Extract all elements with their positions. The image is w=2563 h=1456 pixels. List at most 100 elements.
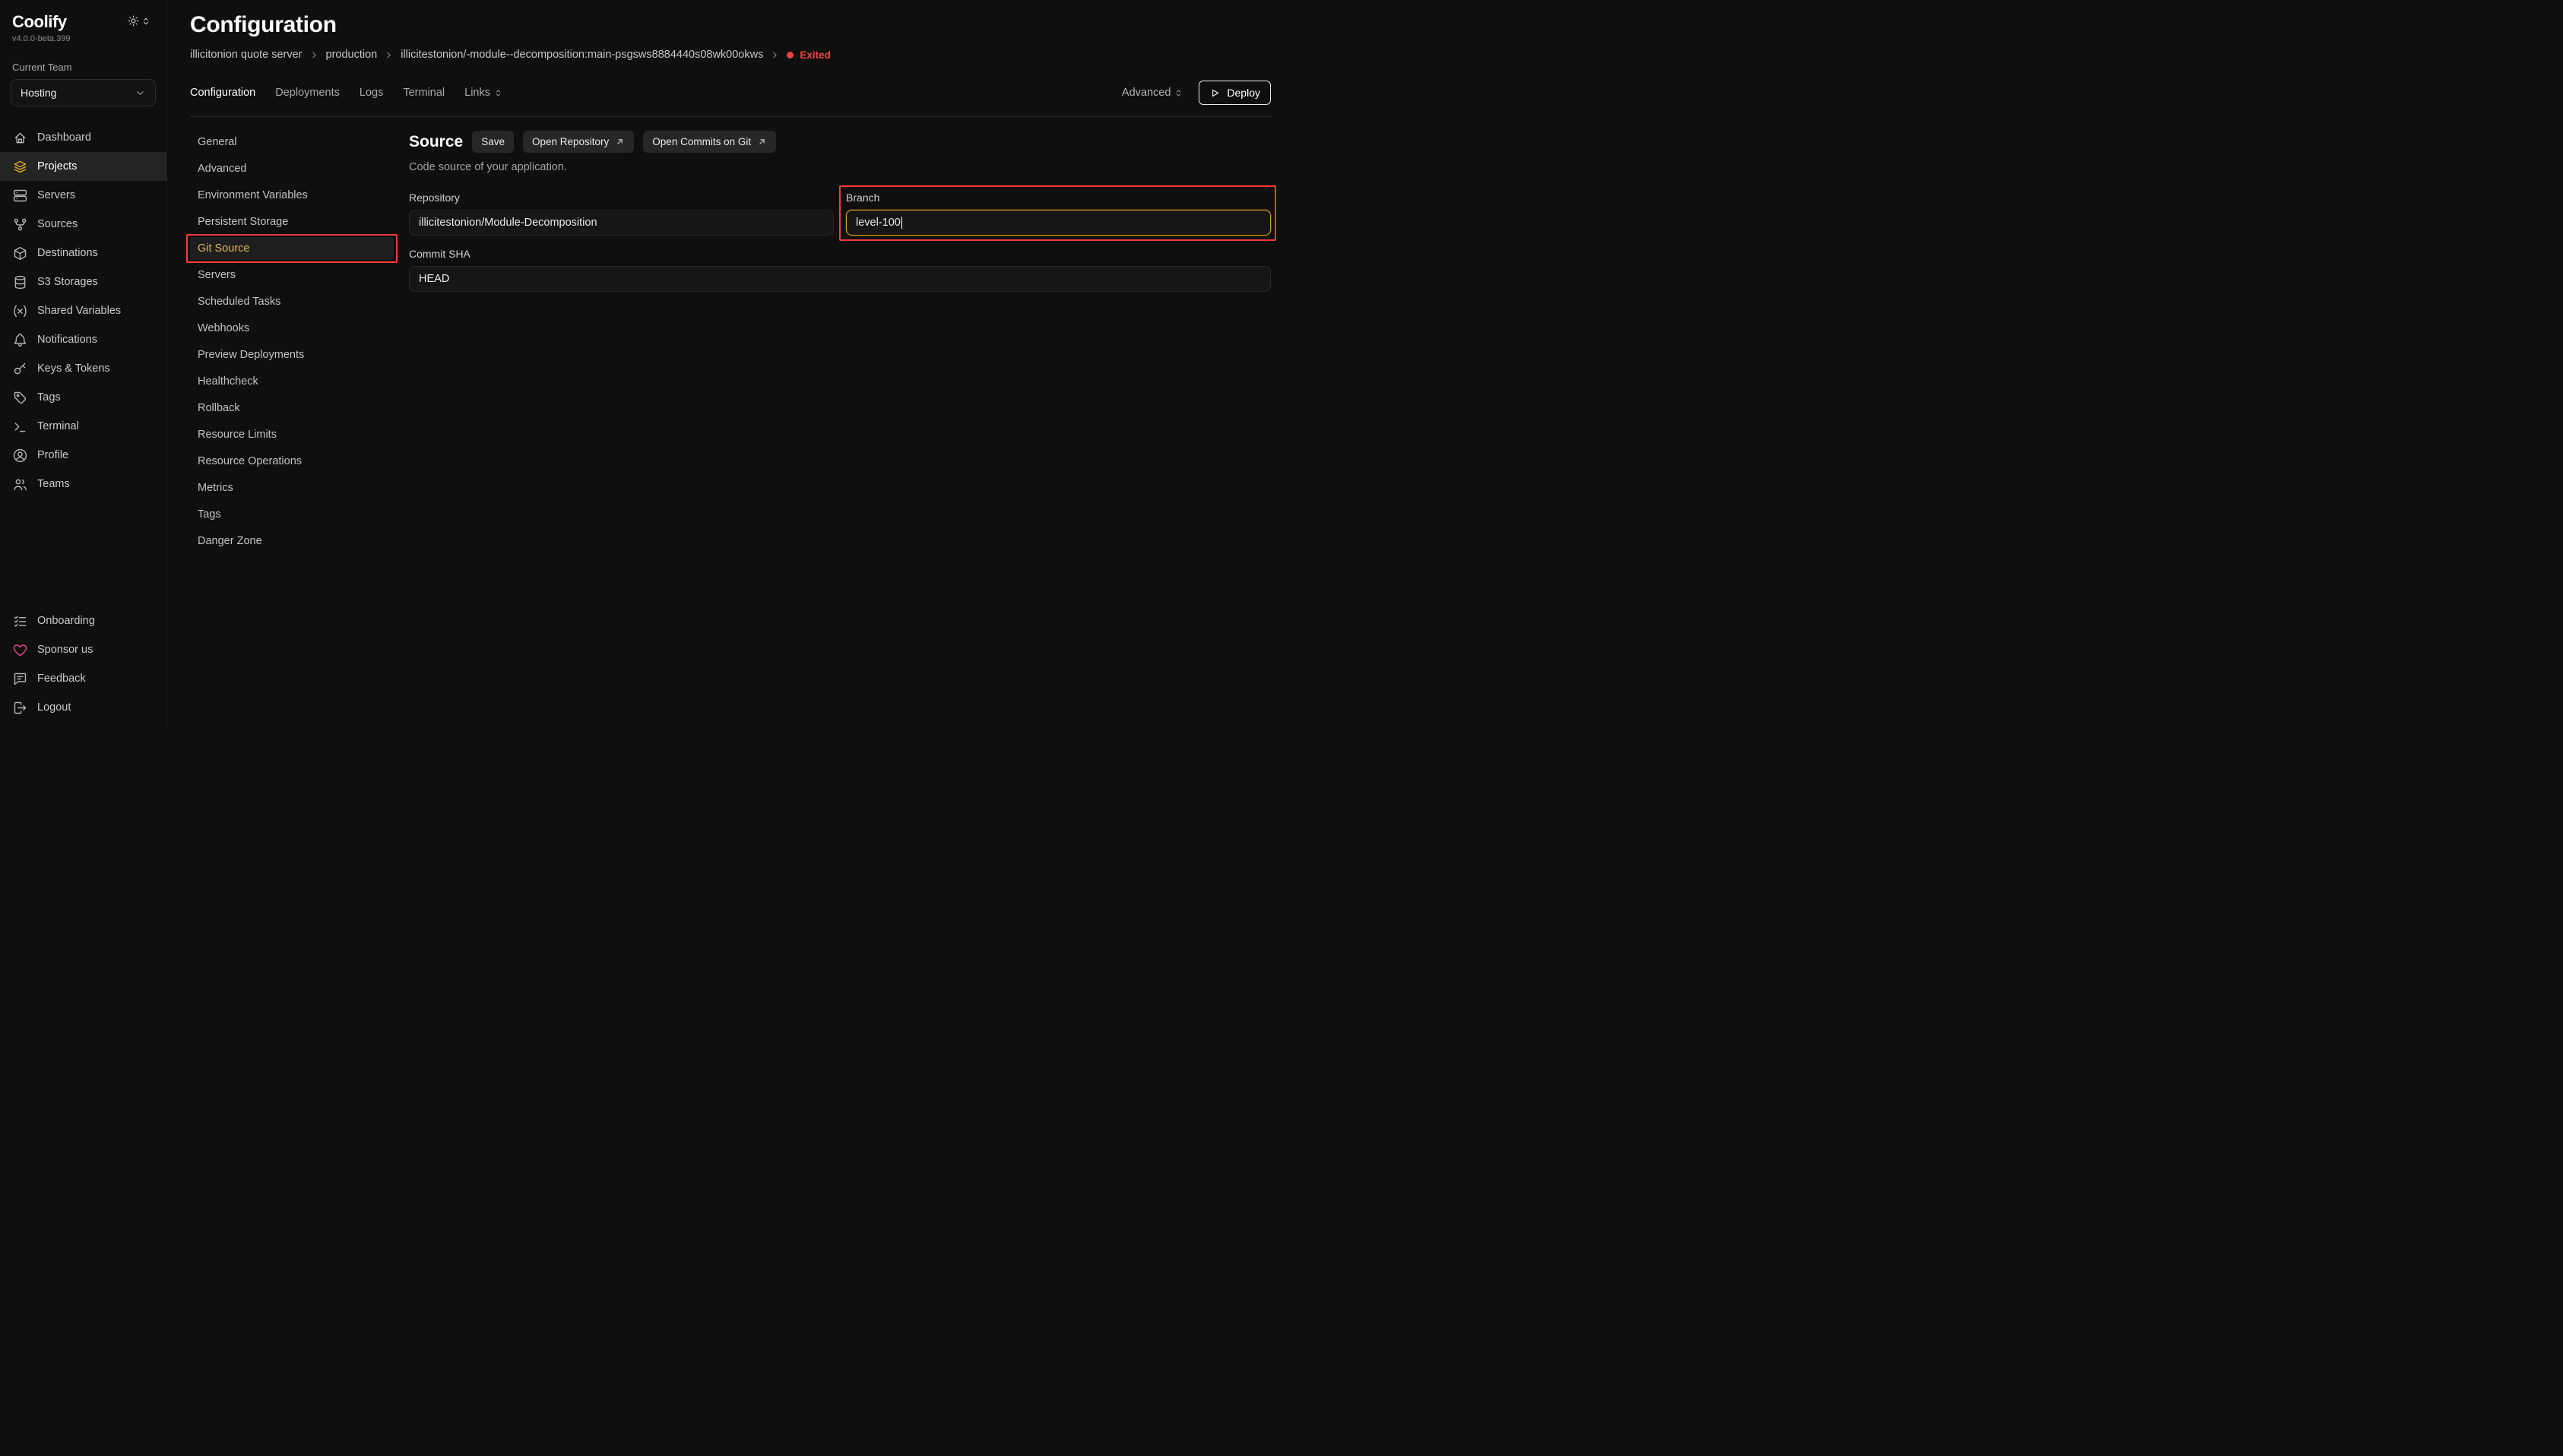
sidebar-item-label: Projects bbox=[37, 160, 77, 173]
subnav-tags[interactable]: Tags bbox=[190, 503, 394, 526]
sidebar-item-shared-variables[interactable]: Shared Variables bbox=[0, 296, 166, 325]
sidebar-item-tags[interactable]: Tags bbox=[0, 383, 166, 412]
sidebar-item-label: Sources bbox=[37, 218, 78, 230]
sidebar-item-servers[interactable]: Servers bbox=[0, 181, 166, 210]
branch-label: Branch bbox=[846, 191, 1271, 204]
team-select[interactable]: Hosting bbox=[11, 79, 156, 106]
sun-icon bbox=[127, 14, 140, 30]
play-icon bbox=[1209, 87, 1221, 99]
selector-chevrons-icon bbox=[141, 16, 151, 29]
theme-switcher[interactable] bbox=[127, 14, 151, 30]
subnav-rollback[interactable]: Rollback bbox=[190, 397, 394, 419]
sidebar-item-teams[interactable]: Teams bbox=[0, 470, 166, 499]
subnav-servers[interactable]: Servers bbox=[190, 264, 394, 286]
sidebar-item-sponsor[interactable]: Sponsor us bbox=[0, 635, 166, 664]
subnav-metrics[interactable]: Metrics bbox=[190, 476, 394, 499]
sidebar-item-notifications[interactable]: Notifications bbox=[0, 325, 166, 354]
sidebar-item-label: Notifications bbox=[37, 334, 97, 346]
branch-input[interactable]: level-100 bbox=[846, 210, 1271, 236]
breadcrumb-environment[interactable]: production bbox=[326, 49, 378, 61]
tag-icon bbox=[12, 390, 28, 406]
branch-field: Branch level-100 bbox=[846, 191, 1271, 236]
deploy-button[interactable]: Deploy bbox=[1199, 81, 1271, 105]
sidebar-item-sources[interactable]: Sources bbox=[0, 210, 166, 239]
sidebar-item-feedback[interactable]: Feedback bbox=[0, 664, 166, 693]
advanced-menu[interactable]: Advanced bbox=[1122, 87, 1184, 99]
sidebar-item-label: Teams bbox=[37, 478, 70, 490]
subnav-environment-variables[interactable]: Environment Variables bbox=[190, 184, 394, 207]
checklist-icon bbox=[12, 613, 28, 629]
chevron-right-icon bbox=[770, 50, 780, 60]
server-icon bbox=[12, 188, 28, 204]
sidebar-item-dashboard[interactable]: Dashboard bbox=[0, 123, 166, 152]
subnav-resource-operations[interactable]: Resource Operations bbox=[190, 450, 394, 473]
sidebar-footer: Onboarding Sponsor us Feedback Logout bbox=[0, 606, 166, 728]
commit-sha-input[interactable] bbox=[409, 266, 1271, 292]
subnav-persistent-storage[interactable]: Persistent Storage bbox=[190, 210, 394, 233]
tab-deployments[interactable]: Deployments bbox=[275, 87, 340, 99]
subnav-git-source[interactable]: Git Source bbox=[190, 237, 394, 260]
tab-logs[interactable]: Logs bbox=[360, 87, 383, 99]
subnav-preview-deployments[interactable]: Preview Deployments bbox=[190, 343, 394, 366]
app-version: v4.0.0-beta.399 bbox=[12, 34, 154, 43]
open-repository-button[interactable]: Open Repository bbox=[523, 131, 634, 153]
tab-links-label: Links bbox=[464, 87, 490, 99]
sidebar-item-label: Shared Variables bbox=[37, 305, 121, 317]
brand-logo: Coolify bbox=[12, 12, 67, 32]
database-icon bbox=[12, 274, 28, 290]
breadcrumb-application[interactable]: illicitestonion/-module--decomposition:m… bbox=[401, 49, 763, 61]
source-form: Repository Branch level-100 Commit SHA bbox=[409, 191, 1271, 292]
sidebar-item-label: Sponsor us bbox=[37, 644, 93, 656]
repository-field: Repository bbox=[409, 191, 834, 236]
sidebar-item-keys-tokens[interactable]: Keys & Tokens bbox=[0, 354, 166, 383]
terminal-icon bbox=[12, 419, 28, 435]
sidebar: Coolify v4.0.0-beta.399 Current Team Hos… bbox=[0, 0, 167, 728]
subnav-general[interactable]: General bbox=[190, 131, 394, 154]
subnav-webhooks[interactable]: Webhooks bbox=[190, 317, 394, 340]
sidebar-item-s3-storages[interactable]: S3 Storages bbox=[0, 267, 166, 296]
sidebar-item-projects[interactable]: Projects bbox=[0, 152, 166, 181]
breadcrumb-project[interactable]: illicitonion quote server bbox=[190, 49, 303, 61]
chevron-right-icon bbox=[384, 50, 394, 60]
message-icon bbox=[12, 671, 28, 687]
subnav-danger-zone[interactable]: Danger Zone bbox=[190, 530, 394, 552]
save-button[interactable]: Save bbox=[472, 131, 514, 153]
source-pane: Source Save Open Repository Open Commits… bbox=[409, 131, 1271, 728]
open-repository-label: Open Repository bbox=[532, 136, 609, 147]
sidebar-item-profile[interactable]: Profile bbox=[0, 441, 166, 470]
breadcrumb: illicitonion quote server production ill… bbox=[190, 49, 1271, 61]
deploy-label: Deploy bbox=[1227, 87, 1260, 99]
configuration-content: General Advanced Environment Variables P… bbox=[190, 131, 1271, 728]
tab-configuration[interactable]: Configuration bbox=[190, 87, 255, 99]
app-root: Coolify v4.0.0-beta.399 Current Team Hos… bbox=[0, 0, 1282, 728]
subnav-resource-limits[interactable]: Resource Limits bbox=[190, 423, 394, 446]
cube-icon bbox=[12, 245, 28, 261]
subnav-scheduled-tasks[interactable]: Scheduled Tasks bbox=[190, 290, 394, 313]
commit-sha-field: Commit SHA bbox=[409, 248, 1271, 292]
tab-terminal[interactable]: Terminal bbox=[403, 87, 445, 99]
subnav-advanced[interactable]: Advanced bbox=[190, 157, 394, 180]
tab-links[interactable]: Links bbox=[464, 87, 503, 99]
main-content: Configuration illicitonion quote server … bbox=[167, 0, 1282, 728]
layers-icon bbox=[12, 159, 28, 175]
logout-icon bbox=[12, 700, 28, 716]
selector-chevrons-icon bbox=[1174, 88, 1183, 98]
chevron-right-icon bbox=[309, 50, 319, 60]
sidebar-item-terminal[interactable]: Terminal bbox=[0, 412, 166, 441]
home-icon bbox=[12, 130, 28, 146]
sidebar-item-label: Logout bbox=[37, 701, 71, 714]
open-commits-button[interactable]: Open Commits on Git bbox=[643, 131, 776, 153]
chevron-down-icon bbox=[135, 87, 146, 99]
text-caret bbox=[901, 217, 903, 229]
sidebar-item-onboarding[interactable]: Onboarding bbox=[0, 606, 166, 635]
sidebar-item-label: Dashboard bbox=[37, 131, 91, 144]
source-heading: Source bbox=[409, 133, 463, 151]
subnav-healthcheck[interactable]: Healthcheck bbox=[190, 370, 394, 393]
open-commits-label: Open Commits on Git bbox=[652, 136, 751, 147]
repository-input[interactable] bbox=[409, 210, 834, 236]
tabs-bar: Configuration Deployments Logs Terminal … bbox=[190, 81, 1271, 117]
sidebar-item-logout[interactable]: Logout bbox=[0, 693, 166, 722]
sidebar-item-label: Tags bbox=[37, 391, 61, 404]
sidebar-item-destinations[interactable]: Destinations bbox=[0, 239, 166, 267]
config-subnav: General Advanced Environment Variables P… bbox=[190, 131, 394, 728]
